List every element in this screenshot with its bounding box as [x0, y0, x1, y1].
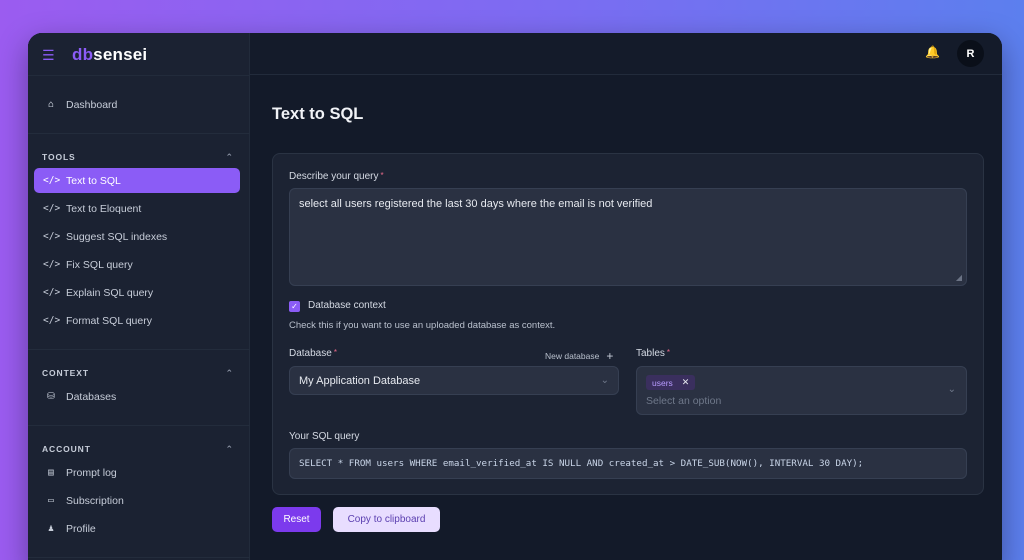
database-context-hint: Check this if you want to use an uploade…	[289, 320, 556, 331]
chat-log-icon: ▤	[48, 467, 54, 478]
code-icon: </>	[43, 175, 61, 186]
avatar[interactable]: R	[957, 40, 984, 67]
sidebar-item-databases[interactable]: ⛁ Databases	[34, 384, 240, 409]
sidebar-item-text-to-eloquent[interactable]: </> Text to Eloquent	[34, 196, 240, 221]
app-window: 🔔 R ☰ dbsensei ⌂ Dashboard TOOLS ⌃ </> Te…	[28, 33, 1002, 560]
describe-query-label: Describe your query *	[289, 171, 384, 182]
menu-collapse-icon[interactable]: ☰	[42, 47, 62, 64]
copy-to-clipboard-button[interactable]: Copy to clipboard	[333, 507, 440, 532]
user-icon: ♟	[48, 523, 54, 534]
code-icon: </>	[43, 203, 61, 214]
sidebar-item-label: Profile	[66, 522, 96, 535]
home-icon: ⌂	[48, 99, 54, 110]
sidebar-item-label: Subscription	[66, 494, 124, 507]
sidebar-item-profile[interactable]: ♟ Profile	[34, 516, 240, 541]
table-tag-users: users ✕	[646, 375, 696, 390]
sidebar-item-label: Format SQL query	[66, 314, 152, 327]
code-icon: </>	[43, 259, 61, 270]
database-context-label[interactable]: Database context	[308, 300, 386, 311]
divider	[28, 425, 250, 426]
sidebar-item-label: Text to SQL	[66, 174, 121, 187]
new-database-link[interactable]: New database +	[545, 349, 613, 363]
section-title-context[interactable]: CONTEXT ⌃	[42, 368, 234, 379]
query-form-card: Describe your query * select all users re…	[272, 153, 984, 495]
sidebar-item-subscription[interactable]: ▭ Subscription	[34, 488, 240, 513]
code-icon: </>	[43, 315, 61, 326]
sidebar-item-fix-sql-query[interactable]: </> Fix SQL query	[34, 252, 240, 277]
describe-query-input[interactable]: select all users registered the last 30 …	[289, 188, 967, 286]
section-title-tools[interactable]: TOOLS ⌃	[42, 152, 234, 163]
tables-placeholder: Select an option	[646, 395, 722, 407]
sidebar-item-explain-sql-query[interactable]: </> Explain SQL query	[34, 280, 240, 305]
tables-multiselect[interactable]: users ✕ Select an option ⌄	[636, 366, 967, 415]
code-icon: </>	[43, 231, 61, 242]
sidebar-item-suggest-sql-indexes[interactable]: </> Suggest SQL indexes	[34, 224, 240, 249]
sidebar-item-label: Databases	[66, 390, 117, 403]
chevron-up-icon: ⌃	[225, 368, 234, 378]
divider	[28, 133, 250, 134]
sidebar-item-label: Prompt log	[66, 466, 117, 479]
sql-query-label: Your SQL query	[289, 431, 360, 442]
database-icon: ⛁	[47, 391, 55, 402]
divider	[28, 349, 250, 350]
remove-tag-icon[interactable]: ✕	[682, 377, 690, 388]
section-title-account[interactable]: ACCOUNT ⌃	[42, 444, 234, 455]
chevron-up-icon: ⌃	[225, 152, 234, 162]
sql-query-output[interactable]: SELECT * FROM users WHERE email_verified…	[289, 448, 967, 479]
sidebar-item-label: Text to Eloquent	[66, 202, 142, 215]
sidebar: ☰ dbsensei ⌂ Dashboard TOOLS ⌃ </> Text t…	[28, 33, 250, 560]
chevron-down-icon: ⌄	[947, 384, 956, 395]
tables-label: Tables *	[636, 348, 671, 359]
sidebar-item-label: Fix SQL query	[66, 258, 133, 271]
resize-handle-icon[interactable]: ◢	[956, 273, 962, 282]
sidebar-item-label: Suggest SQL indexes	[66, 230, 168, 243]
divider	[28, 75, 250, 76]
credit-card-icon: ▭	[48, 495, 54, 506]
chevron-up-icon: ⌃	[225, 444, 234, 454]
sidebar-item-format-sql-query[interactable]: </> Format SQL query	[34, 308, 240, 333]
sidebar-item-text-to-sql[interactable]: </> Text to SQL	[34, 168, 240, 193]
plus-icon: +	[606, 349, 614, 363]
divider	[28, 557, 250, 558]
sidebar-item-label: Explain SQL query	[66, 286, 154, 299]
sidebar-item-label: Dashboard	[66, 98, 118, 111]
brand: ☰ dbsensei	[42, 45, 147, 65]
reset-button[interactable]: Reset	[272, 507, 321, 532]
database-context-checkbox[interactable]: ✓	[289, 301, 300, 312]
logo[interactable]: dbsensei	[72, 45, 147, 65]
bell-icon[interactable]: 🔔	[925, 45, 940, 59]
database-label: Database *	[289, 348, 337, 359]
code-icon: </>	[43, 287, 61, 298]
page-title: Text to SQL	[272, 105, 364, 123]
database-select[interactable]: My Application Database ⌄	[289, 366, 619, 395]
sidebar-item-dashboard[interactable]: ⌂ Dashboard	[34, 92, 240, 117]
chevron-down-icon: ⌄	[600, 375, 609, 386]
sidebar-item-prompt-log[interactable]: ▤ Prompt log	[34, 460, 240, 485]
